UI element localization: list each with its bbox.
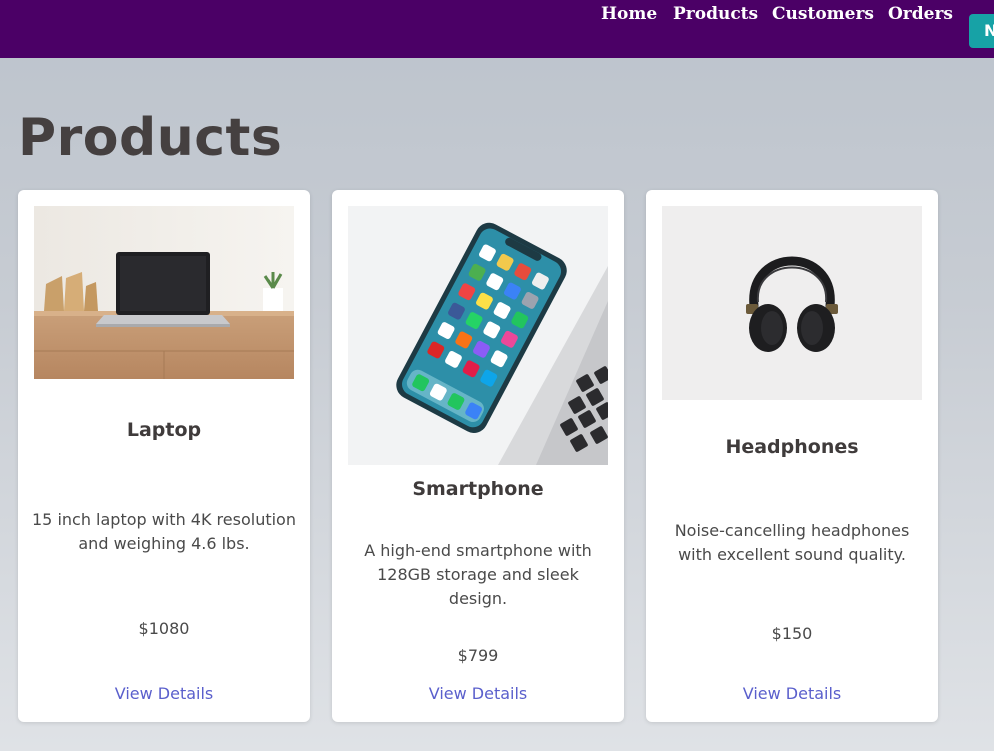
nav-home-link[interactable]: Home — [601, 3, 657, 25]
top-navbar: Home Products Customers Orders N — [0, 0, 994, 58]
product-description: Noise-cancelling headphones with excelle… — [674, 521, 910, 564]
product-description: 15 inch laptop with 4K resolution and we… — [32, 510, 296, 553]
headphones-image — [662, 206, 922, 400]
product-card-smartphone: Smartphone A high-end smartphone with 12… — [332, 190, 624, 722]
product-description: A high-end smartphone with 128GB storage… — [364, 541, 592, 608]
product-price: $150 — [771, 624, 813, 643]
product-name: Laptop — [126, 419, 202, 441]
page-title: Products — [18, 108, 283, 168]
product-price: $799 — [457, 646, 499, 665]
product-name: Smartphone — [412, 478, 544, 500]
product-price: $1080 — [138, 619, 190, 638]
view-details-link[interactable]: View Details — [646, 684, 938, 703]
nav-products-link[interactable]: Products — [673, 3, 758, 25]
product-name: Headphones — [725, 436, 859, 458]
nav-action-button[interactable]: N — [969, 14, 994, 48]
view-details-link[interactable]: View Details — [332, 684, 624, 703]
view-details-link[interactable]: View Details — [18, 684, 310, 703]
nav-customers-link[interactable]: Customers — [772, 3, 874, 25]
laptop-image — [34, 206, 294, 379]
product-card-laptop: Laptop 15 inch laptop with 4K resolution… — [18, 190, 310, 722]
nav-orders-link[interactable]: Orders — [888, 3, 953, 25]
smartphone-image — [348, 206, 608, 465]
product-card-headphones: Headphones Noise-cancelling headphones w… — [646, 190, 938, 722]
